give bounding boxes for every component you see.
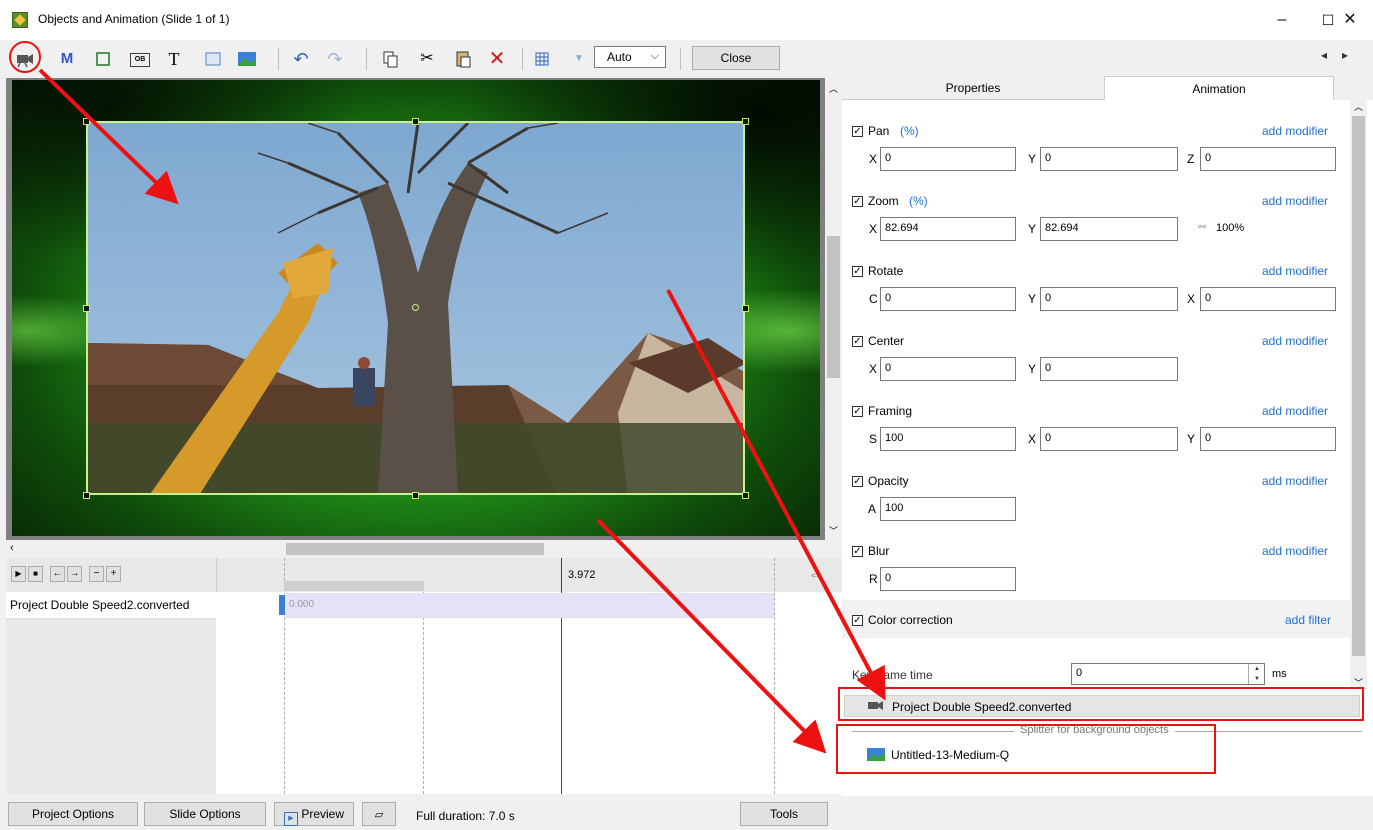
annotation-arrow [666, 289, 886, 701]
project-options-button[interactable]: Project Options [8, 802, 138, 826]
play-icon: ▶ [283, 812, 298, 826]
tools-button[interactable]: Tools [740, 802, 828, 826]
bottom-bar: Project Options Slide Options ▶ Preview … [0, 796, 1373, 830]
full-duration: Full duration: 7.0 s [416, 809, 515, 823]
slides-icon: ▱ [374, 809, 384, 821]
preview-label: Preview [301, 807, 345, 821]
annotation-arrows [38, 68, 886, 754]
slide-list-button[interactable]: ▱ [362, 802, 396, 826]
annotation-arrow [38, 68, 179, 205]
preview-button[interactable]: ▶ Preview [274, 802, 354, 826]
annotation-arrow [596, 518, 827, 754]
slide-options-button[interactable]: Slide Options [144, 802, 266, 826]
